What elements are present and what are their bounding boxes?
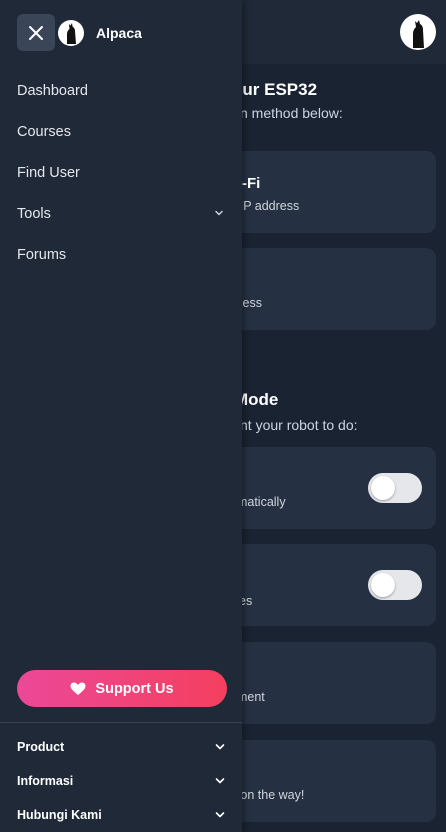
user-avatar[interactable] xyxy=(400,14,436,50)
footer-item-label: Informasi xyxy=(17,774,74,788)
mode-card-auto[interactable]: omatically xyxy=(220,447,436,529)
connect-heading: our ESP32 xyxy=(232,80,318,99)
nav-item-label: Tools xyxy=(17,205,51,222)
brand-name[interactable]: Alpaca xyxy=(96,25,142,41)
drawer-divider xyxy=(0,722,242,723)
mode-card-obstacles[interactable]: cles xyxy=(220,544,436,626)
connect-subtitle: n method below: xyxy=(240,105,343,121)
chevron-down-icon xyxy=(215,744,225,750)
mode-subtitle: nt your robot to do: xyxy=(240,417,358,433)
side-drawer: Alpaca Dashboard Courses Find User Tools… xyxy=(0,0,242,832)
nav-item-courses[interactable]: Courses xyxy=(0,111,242,152)
nav-item-label: Forums xyxy=(17,246,67,263)
drawer-header: Alpaca xyxy=(0,0,242,64)
mode-card-movement[interactable]: ement xyxy=(220,642,436,724)
alpaca-logo-icon xyxy=(67,23,76,44)
footer-item-product[interactable]: Product xyxy=(0,730,242,764)
support-us-button[interactable]: Support Us xyxy=(17,670,227,707)
brand-logo[interactable] xyxy=(58,20,84,46)
toggle-knob xyxy=(371,476,395,500)
user-avatar-icon xyxy=(413,20,424,48)
footer-item-label: Hubungi Kami xyxy=(17,808,102,822)
footer-item-label: Product xyxy=(17,740,65,754)
close-icon xyxy=(29,25,43,40)
nav-item-label: Dashboard xyxy=(17,82,88,99)
support-us-label: Support Us xyxy=(95,680,174,697)
nav-item-find-user[interactable]: Find User xyxy=(0,152,242,193)
wifi-option-card[interactable]: -Fi s IP address xyxy=(220,151,436,233)
nav-item-label: Find User xyxy=(17,164,80,181)
toggle-knob xyxy=(371,573,395,597)
connection-option-card[interactable]: l ccess xyxy=(220,248,436,330)
footer-item-hubungi-kami[interactable]: Hubungi Kami xyxy=(0,798,242,832)
nav-item-forums[interactable]: Forums xyxy=(0,234,242,275)
chevron-down-icon xyxy=(215,812,225,818)
nav-item-label: Courses xyxy=(17,123,71,140)
chevron-down-icon xyxy=(215,210,223,216)
close-drawer-button[interactable] xyxy=(17,14,55,51)
chevron-down-icon xyxy=(215,778,225,784)
wifi-option-title: -Fi xyxy=(242,175,261,192)
footer-item-informasi[interactable]: Informasi xyxy=(0,764,242,798)
auto-mode-toggle[interactable] xyxy=(368,473,422,503)
heart-icon xyxy=(70,682,86,695)
nav-item-tools[interactable]: Tools xyxy=(0,193,242,234)
nav-item-dashboard[interactable]: Dashboard xyxy=(0,70,242,111)
obstacle-mode-toggle[interactable] xyxy=(368,570,422,600)
mode-card-upcoming[interactable]: e on the way! xyxy=(220,740,436,822)
drawer-nav: Dashboard Courses Find User Tools Forums xyxy=(0,70,242,275)
